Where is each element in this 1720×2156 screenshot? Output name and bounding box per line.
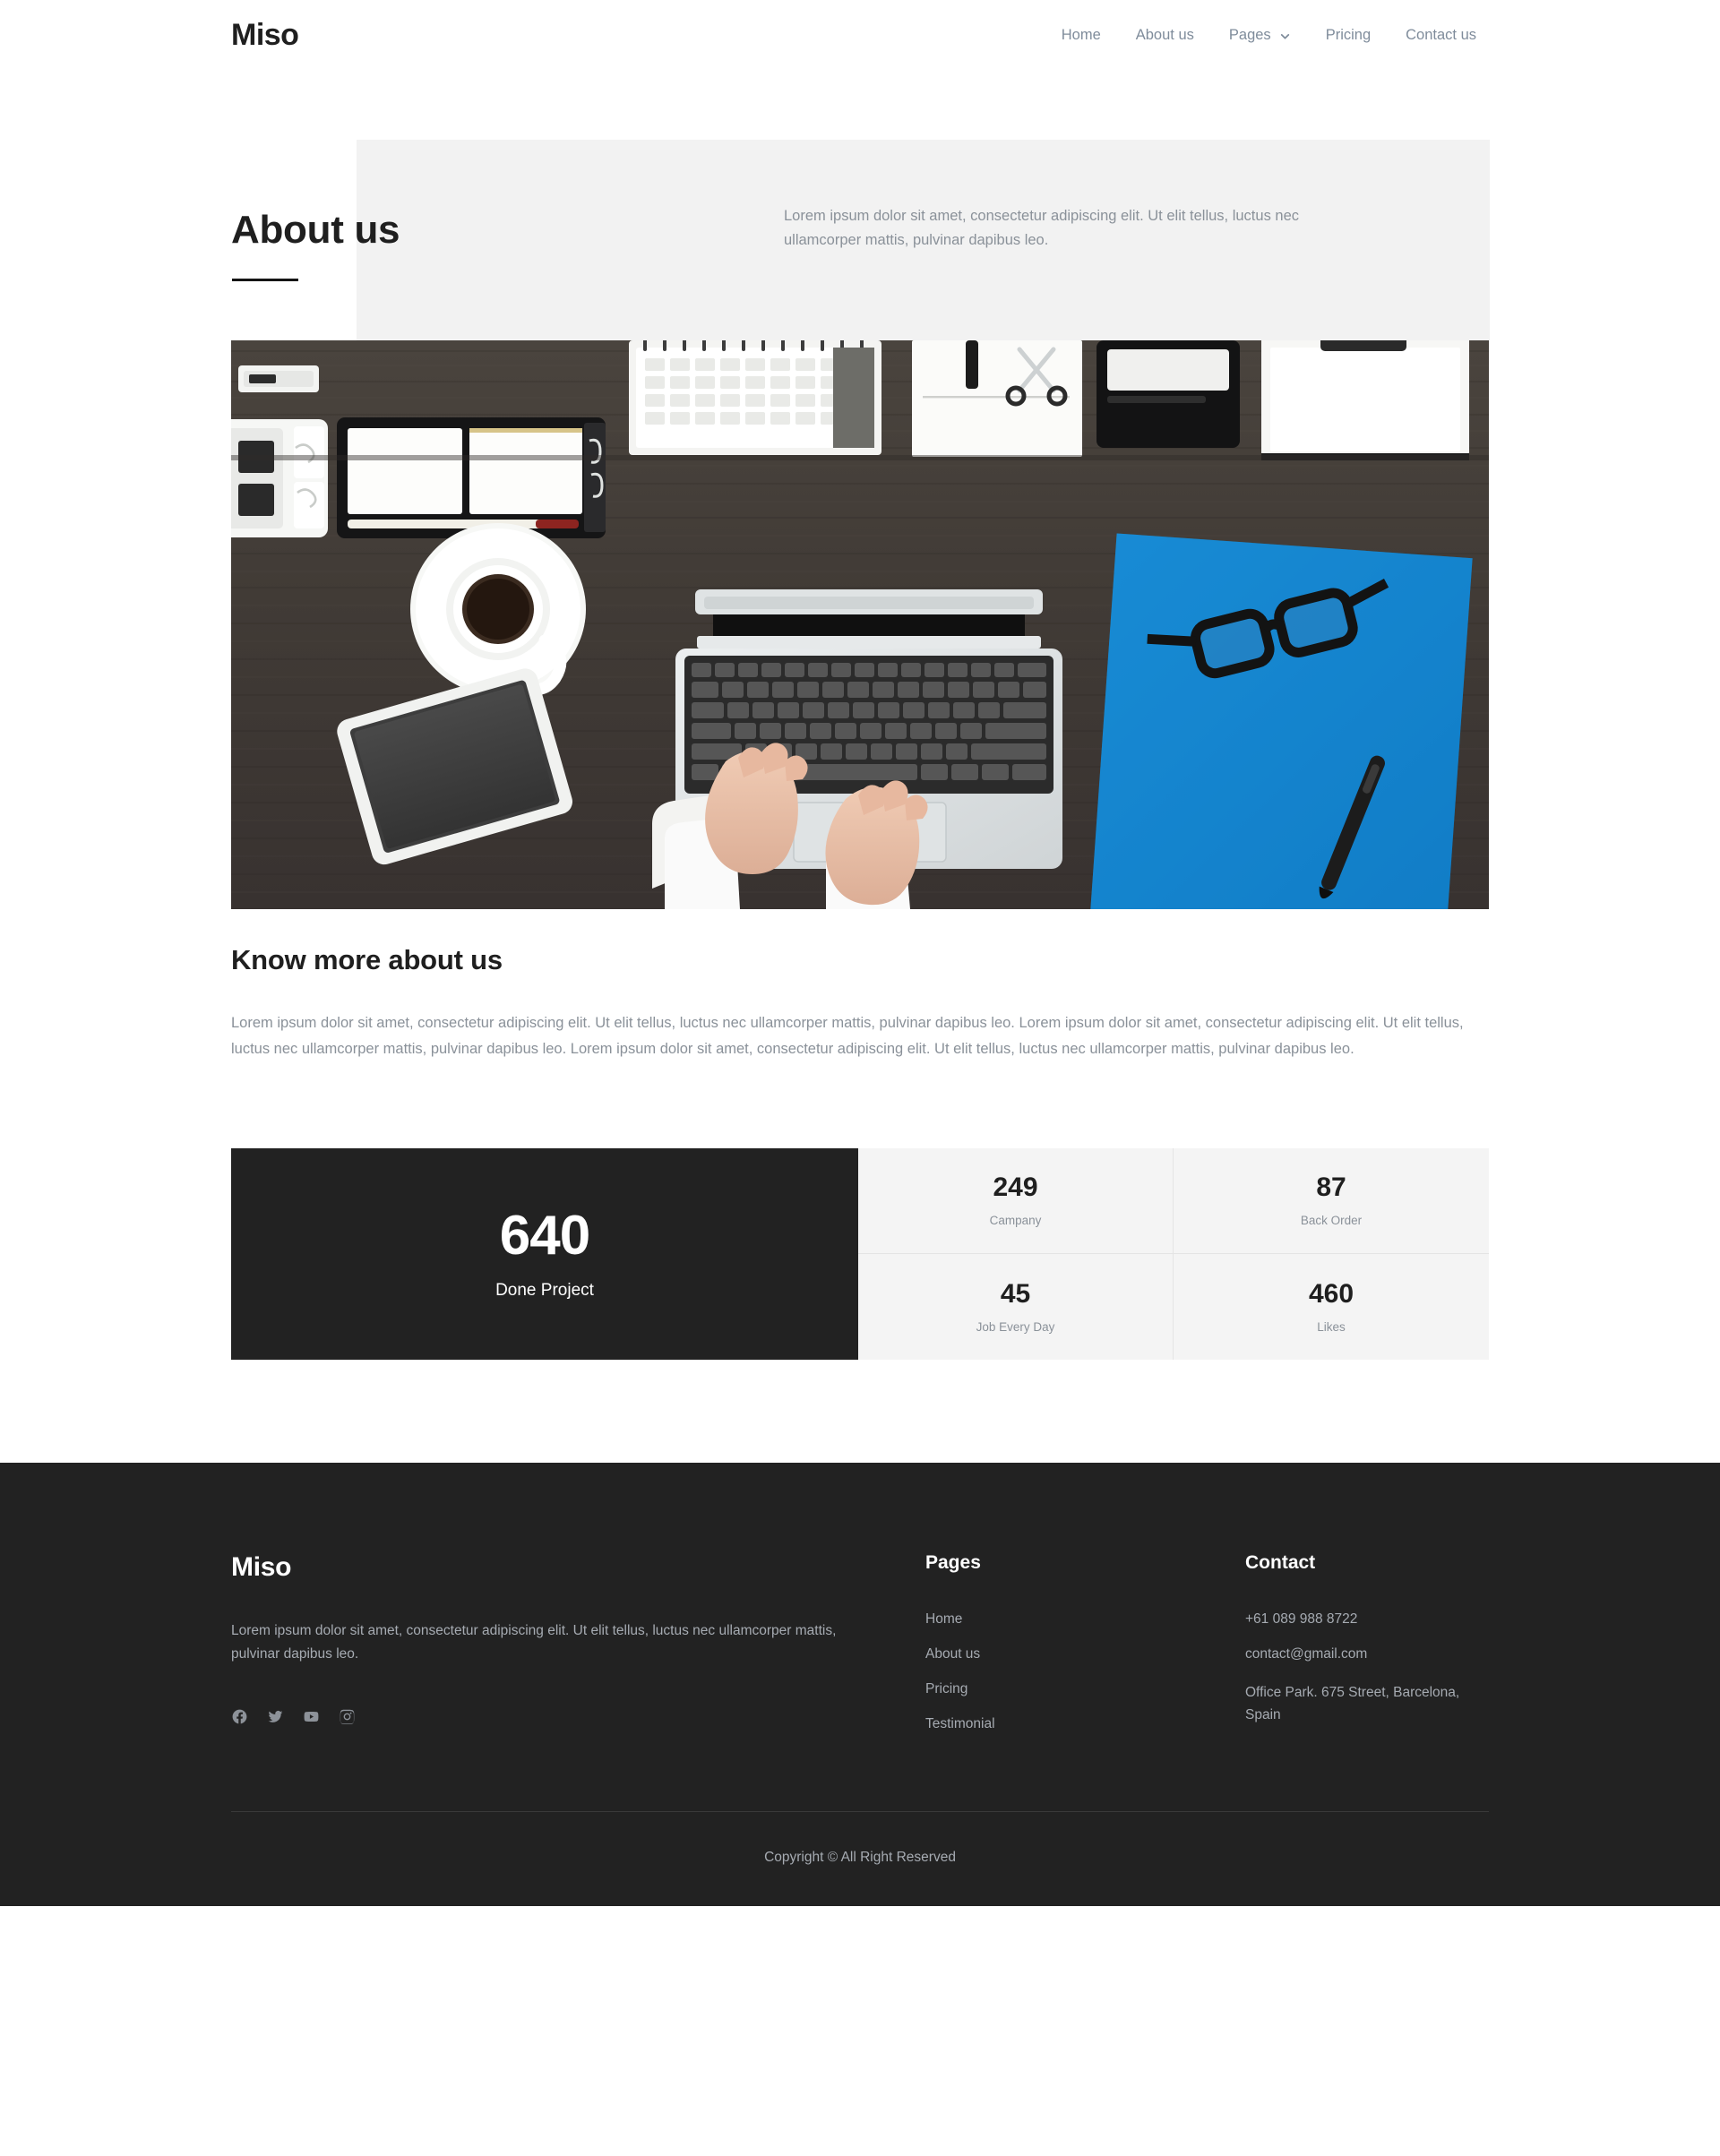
nav-label: About us	[1135, 26, 1194, 43]
main-navigation: Home About us Pages Pricing Contact us	[1062, 27, 1489, 44]
nav-label: Contact us	[1406, 26, 1476, 43]
feature-image-section	[231, 340, 1489, 909]
nav-item-contact-us[interactable]: Contact us	[1406, 27, 1476, 44]
nav-item-pages[interactable]: Pages	[1229, 27, 1291, 44]
stat-value: 460	[1308, 1278, 1354, 1309]
twitter-icon[interactable]	[267, 1708, 284, 1725]
stat-cell-job-every-day: 45 Job Every Day	[858, 1254, 1174, 1361]
youtube-icon[interactable]	[303, 1708, 320, 1725]
site-header: Miso Home About us Pages Pricing Contact…	[0, 0, 1720, 70]
page-root: Miso Home About us Pages Pricing Contact…	[0, 0, 1720, 1907]
stat-label: Campany	[989, 1214, 1042, 1228]
stat-value: 640	[499, 1204, 590, 1267]
footer-contact-column: Contact +61 089 988 8722 contact@gmail.c…	[1245, 1552, 1489, 1732]
nav-label: Home	[1061, 26, 1101, 43]
contact-address: Office Park. 675 Street, Barcelona, Spai…	[1245, 1685, 1460, 1723]
social-links	[231, 1708, 925, 1725]
brand-logo[interactable]: Miso	[231, 20, 299, 50]
title-underline	[232, 279, 298, 281]
page-title: About us	[231, 208, 400, 252]
footer-link-pricing[interactable]: Pricing	[925, 1681, 1245, 1697]
contact-email[interactable]: contact@gmail.com	[1245, 1646, 1489, 1662]
stat-label: Job Every Day	[976, 1319, 1055, 1334]
stat-label: Likes	[1317, 1319, 1346, 1334]
hero-description: Lorem ipsum dolor sit amet, consectetur …	[784, 208, 1300, 248]
site-footer: Miso Lorem ipsum dolor sit amet, consect…	[0, 1463, 1720, 1907]
footer-brand-column: Miso Lorem ipsum dolor sit amet, consect…	[231, 1552, 925, 1732]
stat-cell-back-order: 87 Back Order	[1174, 1148, 1489, 1255]
stat-value: 87	[1316, 1172, 1346, 1203]
stat-featured: 640 Done Project	[231, 1148, 858, 1361]
nav-item-pricing[interactable]: Pricing	[1326, 27, 1371, 44]
stat-label: Done Project	[495, 1280, 594, 1300]
footer-contact-title: Contact	[1245, 1552, 1316, 1574]
footer-link-home[interactable]: Home	[925, 1611, 1245, 1628]
footer-link-about-us[interactable]: About us	[925, 1646, 1245, 1662]
stat-cell-campany: 249 Campany	[858, 1148, 1174, 1255]
stat-value: 249	[993, 1172, 1038, 1203]
know-more-section: Know more about us Lorem ipsum dolor sit…	[231, 909, 1489, 1061]
section-heading: Know more about us	[231, 944, 503, 975]
nav-label: Pricing	[1325, 26, 1372, 43]
section-body: Lorem ipsum dolor sit amet, consectetur …	[231, 1015, 1464, 1057]
nav-item-about-us[interactable]: About us	[1136, 27, 1194, 44]
desk-flatlay-image	[231, 340, 1489, 909]
stat-label: Back Order	[1300, 1214, 1363, 1228]
copyright-text: Copyright © All Right Reserved	[764, 1850, 956, 1866]
nav-item-home[interactable]: Home	[1062, 27, 1101, 44]
contact-phone[interactable]: +61 089 988 8722	[1245, 1611, 1489, 1628]
stat-value: 45	[1000, 1278, 1031, 1309]
instagram-icon[interactable]	[339, 1708, 356, 1725]
nav-label: Pages	[1228, 26, 1271, 43]
chevron-down-icon	[1279, 30, 1291, 41]
stat-cell-likes: 460 Likes	[1174, 1254, 1489, 1360]
footer-logo[interactable]: Miso	[231, 1552, 925, 1583]
stats-section: 640 Done Project 249 Campany 87 Back Ord…	[231, 1148, 1489, 1361]
footer-link-testimonial[interactable]: Testimonial	[925, 1716, 1245, 1732]
stats-grid: 249 Campany 87 Back Order 45 Job Every D…	[858, 1148, 1489, 1361]
hero-section: About us Lorem ipsum dolor sit amet, con…	[0, 70, 1720, 340]
footer-pages-title: Pages	[925, 1552, 981, 1574]
facebook-icon[interactable]	[231, 1708, 248, 1725]
footer-about-text: Lorem ipsum dolor sit amet, consectetur …	[231, 1623, 837, 1662]
footer-pages-column: Pages Home About us Pricing Testimonial	[925, 1552, 1245, 1732]
